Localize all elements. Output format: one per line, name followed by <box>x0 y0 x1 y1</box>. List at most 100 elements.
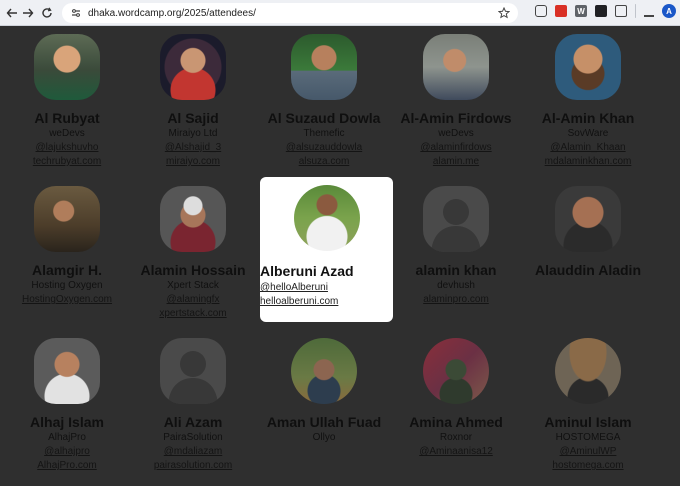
attendee-company: Roxnor <box>439 432 473 443</box>
attendee-name[interactable]: Alhaj Islam <box>0 414 134 430</box>
download-icon[interactable] <box>644 5 654 17</box>
attendee-name[interactable]: Ali Azam <box>126 414 260 430</box>
attendee-name[interactable]: alamin khan <box>389 262 523 278</box>
attendee-name[interactable]: Alauddin Aladin <box>521 262 655 278</box>
attendee-site-link[interactable]: mdalaminkhan.com <box>521 156 655 167</box>
attendee-company: weDevs <box>438 128 474 139</box>
extensions-area: W A <box>535 4 676 18</box>
attendee-avatar <box>423 338 489 404</box>
arrow-left-icon <box>6 8 17 18</box>
attendee-site-link[interactable]: AlhajPro.com <box>0 460 134 471</box>
dark-extension-icon[interactable] <box>595 5 607 17</box>
attendee-company: devhush <box>437 280 475 291</box>
attendee-name[interactable]: Al Suzaud Dowla <box>257 110 391 126</box>
attendee-handle-link[interactable]: @Aminaanisa12 <box>389 446 523 457</box>
attendees-page: Al Rubyat weDevs @lajukshuvho techrubyat… <box>0 26 680 486</box>
attendee-handle-link[interactable]: @alaminfirdows <box>389 142 523 153</box>
attendee-name[interactable]: Alamgir H. <box>0 262 134 278</box>
attendee-card: Amina Ahmed Roxnor @Aminaanisa12 <box>389 338 523 457</box>
attendee-site-link[interactable]: xpertstack.com <box>126 308 260 319</box>
attendee-avatar <box>291 34 357 100</box>
attendee-card: Alamgir H. Hosting Oxygen HostingOxygen.… <box>0 186 134 305</box>
attendee-company: Miraiyo Ltd <box>168 128 218 139</box>
attendee-site-link[interactable]: alaminpro.com <box>389 294 523 305</box>
attendee-card: Alamin Hossain Xpert Stack @alamingfx xp… <box>126 186 260 319</box>
attendee-avatar <box>293 185 360 251</box>
attendee-card: alamin khan devhush alaminpro.com <box>389 186 523 305</box>
camera-icon[interactable] <box>535 5 547 17</box>
attendee-company: Ollyo <box>312 432 336 443</box>
attendee-site-link[interactable]: alsuza.com <box>257 156 391 167</box>
attendee-avatar <box>160 34 226 100</box>
attendee-handle-link[interactable]: @alhajpro <box>0 446 134 457</box>
attendee-site-link[interactable]: miraiyo.com <box>126 156 260 167</box>
attendee-card: Al Rubyat weDevs @lajukshuvho techrubyat… <box>0 34 134 167</box>
highlighted-attendee-card[interactable]: Alberuni Azad @helloAlberuni helloalberu… <box>260 177 393 322</box>
puzzle-icon[interactable] <box>615 5 627 17</box>
arrow-right-icon <box>23 8 34 18</box>
attendee-avatar <box>555 34 621 100</box>
attendee-name[interactable]: Amina Ahmed <box>389 414 523 430</box>
attendee-site-link[interactable]: helloalberuni.com <box>260 296 393 307</box>
attendee-handle-link[interactable]: @lajukshuvho <box>0 142 134 153</box>
attendee-name[interactable]: Alamin Hossain <box>126 262 260 278</box>
attendee-name[interactable]: Al Sajid <box>126 110 260 126</box>
attendee-avatar <box>423 34 489 100</box>
bookmark-star-icon[interactable] <box>498 7 510 19</box>
attendee-card: Ali Azam PairaSolution @mdaliazam pairas… <box>126 338 260 471</box>
attendee-avatar <box>555 186 621 252</box>
attendee-handle-link[interactable]: @Alamin_Khaan <box>521 142 655 153</box>
default-avatar-icon <box>431 199 481 252</box>
attendee-name[interactable]: Al-Amin Khan <box>521 110 655 126</box>
attendee-avatar <box>160 186 226 252</box>
attendee-handle-link[interactable]: @helloAlberuni <box>260 282 393 293</box>
attendee-avatar <box>423 186 489 252</box>
attendee-card: Aman Ullah Fuad Ollyo <box>257 338 391 443</box>
attendee-company: Themefic <box>303 128 345 139</box>
attendee-card: Alhaj Islam AlhajPro @alhajpro AlhajPro.… <box>0 338 134 471</box>
attendee-card: Alauddin Aladin <box>521 186 655 278</box>
address-bar[interactable]: dhaka.wordcamp.org/2025/attendees/ <box>62 3 518 23</box>
attendee-site-link[interactable]: alamin.me <box>389 156 523 167</box>
attendee-name[interactable]: Aman Ullah Fuad <box>257 414 391 430</box>
attendee-name[interactable]: Al-Amin Firdows <box>389 110 523 126</box>
attendee-handle-link[interactable]: @AminulWP <box>521 446 655 457</box>
attendee-card: Al-Amin Khan SovWare @Alamin_Khaan mdala… <box>521 34 655 167</box>
attendee-site-link[interactable]: pairasolution.com <box>126 460 260 471</box>
attendee-site-link[interactable]: HostingOxygen.com <box>0 294 134 305</box>
attendee-site-link[interactable]: hostomega.com <box>521 460 655 471</box>
attendee-handle-link[interactable]: @alsuzauddowla <box>257 142 391 153</box>
reload-icon <box>42 7 52 18</box>
forward-button[interactable] <box>18 3 38 23</box>
attendee-company: weDevs <box>49 128 85 139</box>
browser-toolbar: dhaka.wordcamp.org/2025/attendees/ W A <box>0 0 680 26</box>
attendee-company: AlhajPro <box>48 432 86 443</box>
attendee-handle-link[interactable]: @mdaliazam <box>126 446 260 457</box>
attendee-avatar <box>291 338 357 404</box>
toolbar-divider <box>635 4 636 18</box>
url-text: dhaka.wordcamp.org/2025/attendees/ <box>88 7 256 19</box>
attendee-card: Aminul Islam HOSTOMEGA @AminulWP hostome… <box>521 338 655 471</box>
attendee-handle-link[interactable]: @alamingfx <box>126 294 260 305</box>
attendee-company: SovWare <box>567 128 609 139</box>
profile-avatar[interactable]: A <box>662 4 676 18</box>
site-settings-icon[interactable] <box>70 7 82 19</box>
attendee-site-link[interactable]: techrubyat.com <box>0 156 134 167</box>
attendee-company: PairaSolution <box>163 432 223 443</box>
default-avatar-icon <box>168 351 218 404</box>
attendee-card: Al Suzaud Dowla Themefic @alsuzauddowla … <box>257 34 391 167</box>
attendee-name[interactable]: Aminul Islam <box>521 414 655 430</box>
attendee-avatar <box>160 338 226 404</box>
reload-button[interactable] <box>37 3 57 23</box>
red-extension-icon[interactable] <box>555 5 567 17</box>
attendee-avatar <box>34 186 100 252</box>
attendee-company: Xpert Stack <box>167 280 219 291</box>
attendee-handle-link[interactable]: @Alshajid_3 <box>126 142 260 153</box>
attendee-avatar <box>34 34 100 100</box>
attendee-avatar <box>34 338 100 404</box>
attendee-name[interactable]: Al Rubyat <box>0 110 134 126</box>
w-extension-icon[interactable]: W <box>575 5 587 17</box>
attendee-name[interactable]: Alberuni Azad <box>260 263 393 279</box>
attendee-company: HOSTOMEGA <box>555 432 621 443</box>
attendee-card: Al-Amin Firdows weDevs @alaminfirdows al… <box>389 34 523 167</box>
